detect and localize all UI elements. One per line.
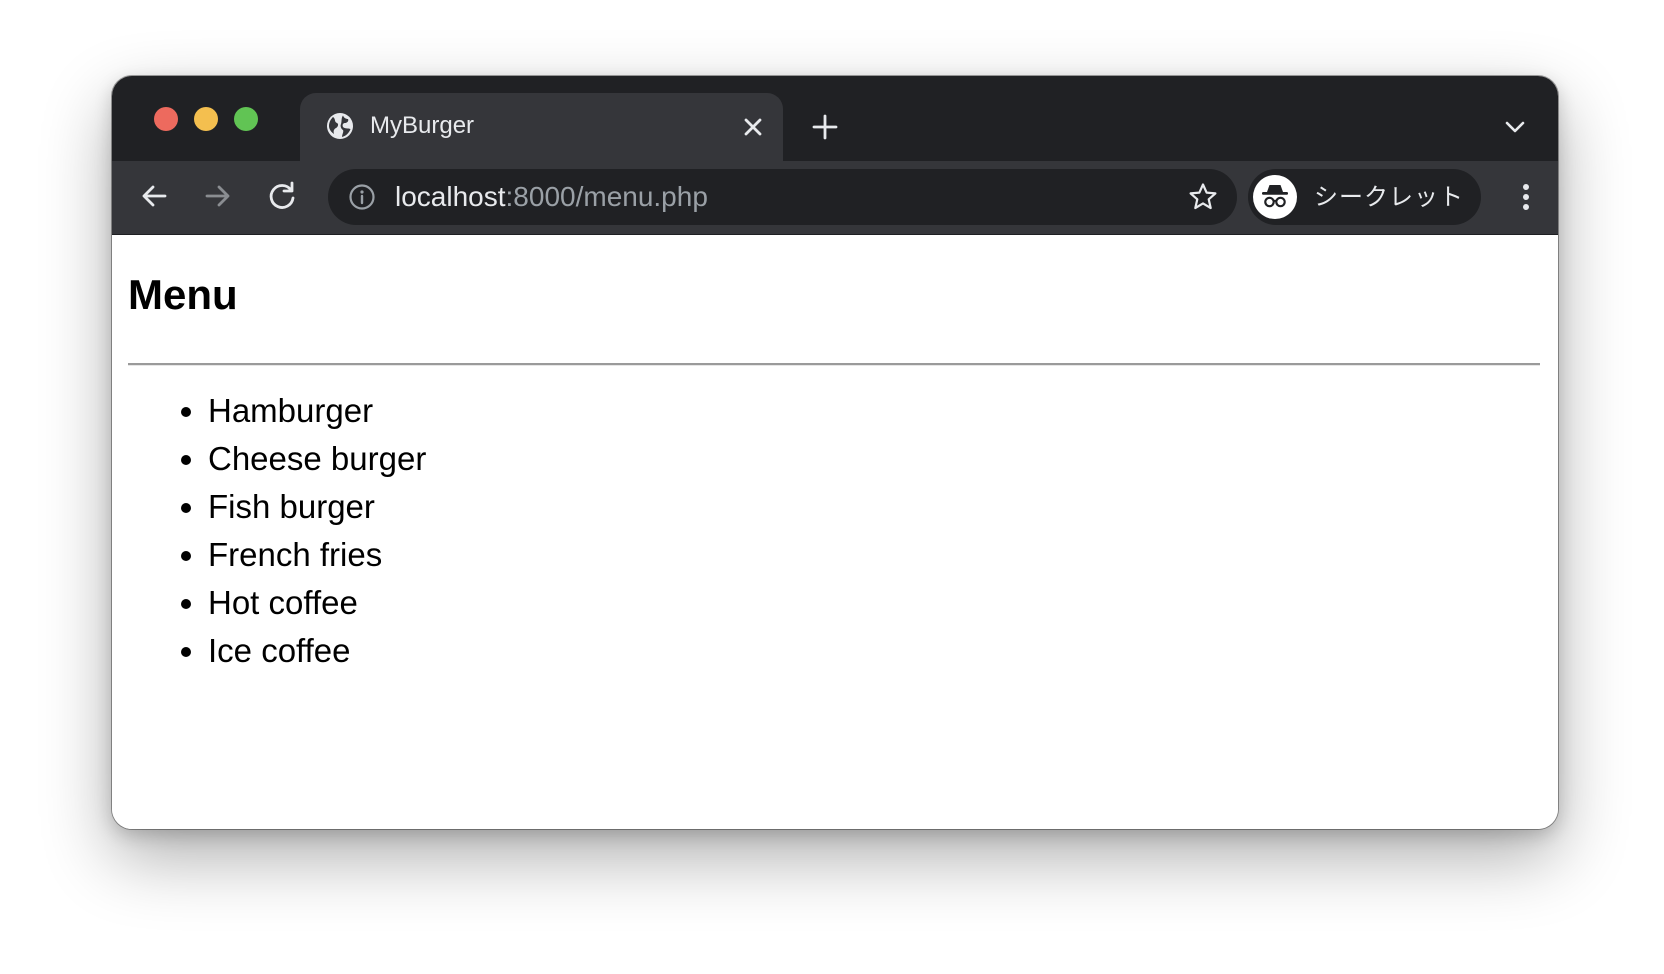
url-text[interactable]: localhost:8000/menu.php [395,169,708,225]
tab-strip: MyBurger [112,76,1558,161]
close-icon[interactable] [740,114,766,140]
list-item: French fries [208,531,426,579]
list-item: Fish burger [208,483,426,531]
incognito-profile-button[interactable]: シークレット [1248,169,1481,225]
browser-window: MyBurger localhost:8000/menu.php シークレット … [112,76,1558,829]
tab-myburger[interactable]: MyBurger [300,93,783,161]
arrow-right-icon[interactable] [201,179,235,213]
window-minimize-button[interactable] [194,107,218,131]
more-vert-icon[interactable] [1520,181,1532,213]
star-icon[interactable] [1187,181,1219,213]
globe-icon [327,113,353,139]
url-host: localhost [395,181,506,212]
page-title: Menu [128,271,238,318]
incognito-label: シークレット [1314,183,1464,211]
list-item: Ice coffee [208,627,426,675]
info-icon[interactable] [348,183,376,211]
menu-list: Hamburger Cheese burger Fish burger Fren… [208,387,426,675]
window-maximize-button[interactable] [234,107,258,131]
list-item: Hot coffee [208,579,426,627]
url-path: :8000/menu.php [505,181,708,212]
list-item: Cheese burger [208,435,426,483]
toolbar: localhost:8000/menu.php シークレット [112,161,1558,235]
plus-icon[interactable] [810,112,840,142]
page-content: Menu Hamburger Cheese burger Fish burger… [112,235,1558,829]
arrow-left-icon[interactable] [137,179,171,213]
incognito-icon [1253,175,1297,219]
horizontal-rule [128,363,1540,366]
tab-title: MyBurger [370,112,475,139]
reload-icon[interactable] [265,179,299,213]
list-item: Hamburger [208,387,426,435]
window-close-button[interactable] [154,107,178,131]
chevron-down-icon[interactable] [1502,116,1528,138]
address-bar[interactable]: localhost:8000/menu.php [328,169,1237,225]
